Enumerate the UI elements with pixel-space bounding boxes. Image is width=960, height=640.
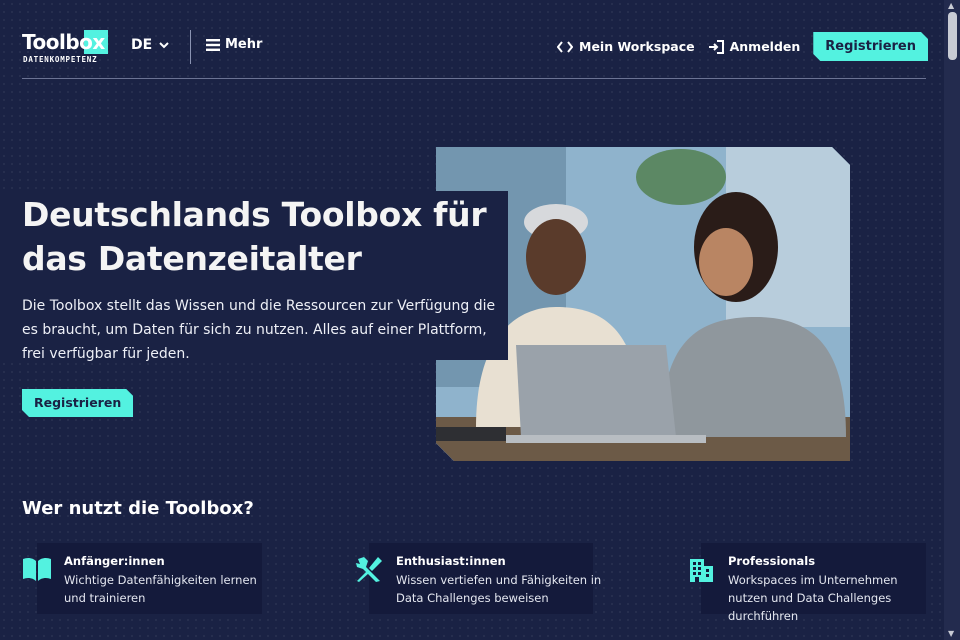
language-selector[interactable]: DE: [131, 37, 170, 53]
scroll-thumb[interactable]: [948, 12, 957, 60]
language-label: DE: [131, 37, 153, 53]
hero-description: Die Toolbox stellt das Wissen und die Re…: [22, 298, 496, 362]
header-actions: Mein Workspace Anmelden Registrieren: [557, 32, 928, 61]
logo-text: Toolbox: [22, 30, 105, 54]
audience-card-enthusiasts: Enthusiast:innen Wissen vertiefen und Fä…: [354, 543, 601, 614]
card-text: Workspaces im Unternehmen nutzen und Dat…: [728, 573, 898, 623]
login-label: Anmelden: [729, 39, 801, 54]
site-header: Toolbox DATENKOMPETENZ DE Mehr Mein Work…: [0, 0, 944, 80]
scroll-down-icon[interactable]: ▼: [948, 630, 956, 638]
page-scrollbar[interactable]: ▲ ▼: [944, 0, 960, 640]
hero-register-button[interactable]: Registrieren: [22, 389, 133, 417]
toolbox-logo[interactable]: Toolbox DATENKOMPETENZ: [22, 30, 112, 68]
audience-section-title: Wer nutzt die Toolbox?: [22, 498, 254, 519]
card-text: Wichtige Datenfähigkeiten lernen und tra…: [64, 573, 257, 605]
workspace-label: Mein Workspace: [579, 39, 695, 54]
tools-icon: [356, 557, 382, 582]
header-divider: [190, 30, 191, 64]
login-link[interactable]: Anmelden: [708, 39, 801, 54]
code-brackets-icon: [557, 40, 574, 53]
hero-title: Deutschlands Toolbox für das Datenzeital…: [22, 195, 487, 278]
chevron-down-icon: [159, 42, 169, 49]
my-workspace-link[interactable]: Mein Workspace: [557, 39, 695, 54]
building-icon: [690, 559, 713, 582]
audience-card-professionals: Professionals Workspaces im Unternehmen …: [686, 543, 926, 623]
book-icon: [23, 557, 51, 581]
header-rule: [22, 78, 926, 79]
card-text: Wissen vertiefen und Fähigkeiten in Data…: [396, 573, 602, 605]
hamburger-icon: [206, 38, 220, 51]
register-button[interactable]: Registrieren: [813, 32, 928, 61]
card-title: Enthusiast:innen: [396, 554, 506, 568]
logo-subtext: DATENKOMPETENZ: [23, 55, 98, 64]
login-icon: [708, 39, 724, 54]
card-title: Professionals: [728, 554, 816, 568]
more-label: Mehr: [225, 37, 263, 52]
scroll-up-icon[interactable]: ▲: [948, 2, 956, 10]
more-menu-button[interactable]: Mehr: [205, 37, 262, 52]
card-title: Anfänger:innen: [64, 554, 165, 568]
audience-card-beginners: Anfänger:innen Wichtige Datenfähigkeiten…: [22, 543, 262, 614]
